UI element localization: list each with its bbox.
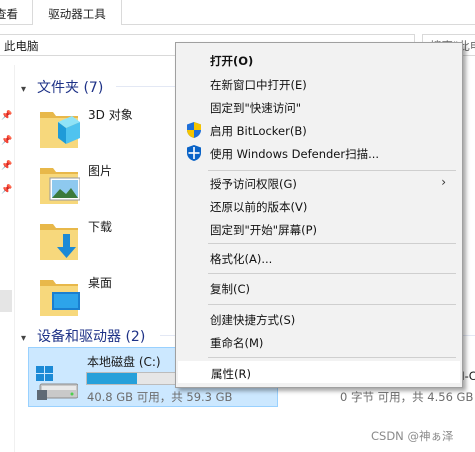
folder-label: 图片: [88, 164, 113, 178]
menu-separator: [208, 243, 456, 244]
drive-size-text: 40.8 GB 可用，共 59.3 GB: [87, 390, 233, 404]
chevron-down-icon[interactable]: ▾: [21, 333, 33, 344]
menu-item-label: 创建快捷方式(S): [210, 313, 296, 327]
menu-item-label: 属性(R): [211, 367, 251, 381]
address-path: 此电脑: [4, 39, 39, 53]
menu-item-label: 打开(O): [210, 54, 254, 68]
folder-label: 桌面: [88, 276, 113, 290]
drive-name: 本地磁盘 (C:): [87, 355, 161, 369]
folder-tile-desktop[interactable]: 桌面: [38, 270, 178, 322]
menu-item-label: 格式化(A)...: [210, 252, 273, 266]
downloads-folder-icon: [40, 224, 78, 260]
menu-item-create-shortcut[interactable]: 创建快捷方式(S): [178, 308, 460, 330]
folder-tile-downloads[interactable]: 下载: [38, 214, 178, 266]
menu-item-label: 启用 BitLocker(B): [210, 124, 307, 138]
ribbon-tab-row: 查看 驱动器工具: [0, 0, 475, 26]
context-menu: 打开(O) 在新窗口中打开(E) 固定到"快速访问" 启用 BitLocker(…: [175, 42, 463, 388]
uac-shield-icon: [187, 122, 201, 138]
pin-icon: 📌: [1, 185, 13, 195]
chevron-down-icon[interactable]: ▾: [21, 84, 33, 95]
menu-item-give-access[interactable]: 授予访问权限(G) ›: [178, 172, 460, 194]
menu-item-label: 复制(C): [210, 282, 251, 296]
tab-drive-tools[interactable]: 驱动器工具: [32, 0, 122, 26]
menu-separator: [208, 304, 456, 305]
menu-separator: [208, 273, 456, 274]
group-divider: [160, 335, 176, 336]
menu-item-label: 固定到"开始"屏幕(P): [210, 223, 317, 237]
drive-size-text: 0 字节 可用，共 4.56 GB: [340, 390, 474, 404]
menu-item-rename[interactable]: 重命名(M): [178, 331, 460, 353]
menu-item-open-new-window[interactable]: 在新窗口中打开(E): [178, 73, 460, 95]
chevron-right-icon: ›: [441, 175, 446, 189]
navigation-pane: 📌 📌 📌 📌: [0, 65, 15, 452]
group-divider: [462, 335, 475, 336]
pictures-folder-icon: [40, 168, 80, 204]
pin-icon: 📌: [1, 111, 13, 121]
group-title: 设备和驱动器 (2): [37, 329, 146, 345]
group-header-folders[interactable]: ▾ 文件夹 (7): [21, 77, 104, 96]
group-divider: [116, 86, 176, 87]
menu-item-format[interactable]: 格式化(A)...: [178, 247, 460, 269]
menu-item-restore-versions[interactable]: 还原以前的版本(V): [178, 195, 460, 217]
menu-item-open[interactable]: 打开(O): [178, 49, 460, 71]
menu-item-pin-start[interactable]: 固定到"开始"屏幕(P): [178, 218, 460, 240]
menu-item-properties[interactable]: 属性(R): [178, 361, 460, 383]
folder-tile-pictures[interactable]: 图片: [38, 158, 178, 210]
group-title: 文件夹 (7): [37, 80, 104, 96]
menu-item-bitlocker[interactable]: 启用 BitLocker(B): [178, 119, 460, 141]
pin-icon: 📌: [1, 161, 13, 171]
tab-view[interactable]: 查看: [0, 0, 25, 25]
desktop-folder-icon: [40, 280, 80, 316]
drive-usage-fill: [87, 373, 137, 384]
menu-item-defender-scan[interactable]: 使用 Windows Defender扫描...: [178, 142, 460, 164]
system-drive-icon: [36, 366, 78, 400]
menu-item-label: 授予访问权限(G): [210, 177, 297, 191]
folder-label: 下载: [88, 220, 113, 234]
menu-item-label: 还原以前的版本(V): [210, 200, 308, 214]
folder-label: 3D 对象: [88, 108, 133, 122]
menu-item-pin-quick-access[interactable]: 固定到"快速访问": [178, 96, 460, 118]
explorer-window: 查看 驱动器工具 此电脑 ⌄ 搜索"此电脑" 📌 📌 📌 📌 ▾文件夹 (7): [0, 0, 475, 452]
nav-divider: [14, 65, 15, 452]
pin-icon: 📌: [1, 136, 13, 146]
menu-item-label: 重命名(M): [210, 336, 264, 350]
menu-separator: [208, 170, 456, 171]
menu-item-label: 在新窗口中打开(E): [210, 78, 307, 92]
menu-separator: [208, 357, 456, 358]
3d-objects-folder-icon: [40, 112, 80, 148]
menu-item-label: 使用 Windows Defender扫描...: [210, 147, 380, 161]
folder-tile-3d-objects[interactable]: 3D 对象: [38, 102, 178, 154]
nav-selected-item[interactable]: [0, 290, 12, 312]
watermark: CSDN @神ぁ泽: [371, 429, 454, 443]
menu-item-label: 固定到"快速访问": [210, 101, 302, 115]
defender-shield-icon: [187, 145, 201, 161]
menu-item-copy[interactable]: 复制(C): [178, 277, 460, 299]
group-header-devices[interactable]: ▾ 设备和驱动器 (2): [21, 326, 146, 345]
